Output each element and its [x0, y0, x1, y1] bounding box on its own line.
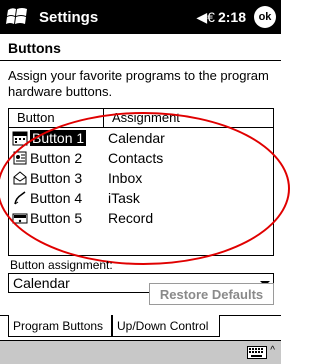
record-icon — [12, 213, 28, 224]
row-assignment-value: iTask — [108, 190, 140, 206]
heading-divider — [0, 60, 281, 61]
list-row-button-1[interactable]: Button 1 Calendar — [9, 128, 273, 148]
keyboard-icon[interactable] — [247, 346, 267, 359]
itask-icon — [14, 191, 26, 205]
restore-defaults-button[interactable]: Restore Defaults — [149, 283, 274, 305]
list-header: Button Assignment — [9, 109, 273, 128]
tab-up-down-control[interactable]: Up/Down Control — [112, 315, 220, 337]
dropdown-selected-value: Calendar — [13, 275, 70, 291]
contacts-icon — [13, 151, 27, 165]
row-button-label: Button 4 — [30, 190, 83, 206]
column-header-button[interactable]: Button — [9, 109, 104, 127]
column-header-assignment[interactable]: Assignment — [104, 109, 273, 127]
row-button-label: Button 1 — [30, 130, 87, 146]
row-assignment-value: Inbox — [108, 170, 143, 186]
clock[interactable]: 2:18 — [218, 9, 246, 25]
row-assignment-value: Record — [108, 210, 154, 226]
row-assignment-value: Contacts — [108, 150, 164, 166]
list-row-button-5[interactable]: Button 5 Record — [9, 208, 273, 228]
volume-icon[interactable]: ◀€ — [196, 9, 215, 26]
inbox-icon — [13, 171, 27, 185]
button-assignment-label: Button assignment: — [10, 258, 113, 272]
title-bar: Settings ◀€ 2:18 ok — [0, 0, 281, 34]
tab-program-buttons[interactable]: Program Buttons — [8, 315, 112, 337]
list-row-button-3[interactable]: Button 3 Inbox — [9, 168, 273, 188]
list-row-button-2[interactable]: Button 2 Contacts — [9, 148, 273, 168]
instructions-text: Assign your favorite programs to the pro… — [8, 68, 269, 99]
button-assignment-list[interactable]: Button Assignment Button 1 Calendar Butt… — [8, 108, 274, 256]
row-button-label: Button 3 — [30, 170, 83, 186]
windows-start-icon[interactable] — [5, 4, 31, 30]
app-title: Settings — [39, 8, 99, 26]
row-button-label: Button 5 — [30, 210, 83, 226]
list-row-button-4[interactable]: Button 4 iTask — [9, 188, 273, 208]
calendar-icon — [12, 131, 28, 146]
row-button-label: Button 2 — [30, 150, 83, 166]
ok-button[interactable]: ok — [254, 6, 276, 28]
input-selector-arrow[interactable]: ^ — [270, 345, 275, 356]
bottom-command-bar: ^ — [0, 340, 281, 364]
row-assignment-value: Calendar — [108, 130, 165, 146]
page-title: Buttons — [8, 40, 61, 56]
